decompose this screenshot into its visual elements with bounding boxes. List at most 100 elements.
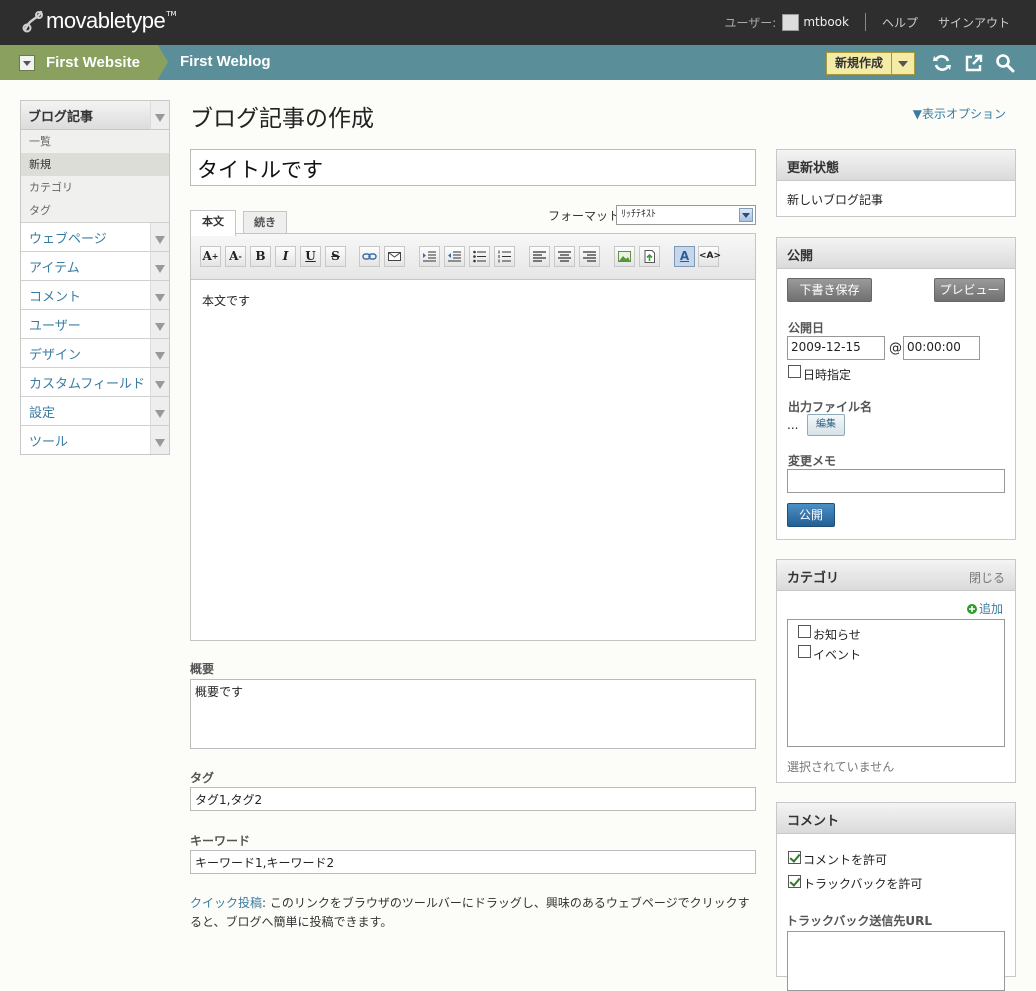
save-draft-button[interactable]: 下書き保存 [787, 278, 872, 302]
sidebar-item-label[interactable]: 設定 [21, 402, 55, 421]
sidebar-item-label[interactable]: ウェブページ [21, 228, 107, 247]
website-nav[interactable]: First Website [0, 45, 158, 80]
sidebar-item-settings[interactable]: 設定 [21, 396, 169, 425]
avatar[interactable] [782, 13, 800, 31]
category-add-label[interactable]: 追加 [979, 600, 1003, 617]
tab-body[interactable]: 本文 [190, 210, 236, 236]
sidebar-item-design[interactable]: デザイン [21, 338, 169, 367]
align-right-icon[interactable] [579, 246, 600, 267]
help-link[interactable]: ヘルプ [882, 14, 918, 31]
allow-comments-checkbox[interactable] [788, 851, 801, 864]
bullet-list-icon[interactable] [469, 246, 490, 267]
sidebar-sub-tags[interactable]: タグ [21, 199, 169, 222]
search-icon[interactable] [995, 53, 1015, 73]
insert-file-icon[interactable] [639, 246, 660, 267]
expand-icon[interactable] [150, 252, 169, 280]
username[interactable]: mtbook [803, 15, 849, 29]
expand-icon[interactable] [150, 339, 169, 367]
publish-date-label: 公開日 [788, 321, 825, 335]
sidebar-item-label[interactable]: アイテム [21, 257, 80, 276]
display-options-link[interactable]: ▼表示オプション [913, 105, 1006, 122]
signout-link[interactable]: サインアウト [938, 14, 1010, 31]
sidebar-item-users[interactable]: ユーザー [21, 309, 169, 338]
sidebar: ブログ記事 一覧 新規 カテゴリ タグ ウェブページ アイテム コメント ユーザ… [20, 100, 170, 455]
expand-icon[interactable] [150, 368, 169, 396]
allow-trackbacks-checkbox[interactable] [788, 875, 801, 888]
sidebar-item-label[interactable]: デザイン [21, 344, 81, 363]
sidebar-section-label[interactable]: ブログ記事 [21, 106, 93, 125]
sidebar-item-assets[interactable]: アイテム [21, 251, 169, 280]
tags-input[interactable]: タグ1,タグ2 [190, 787, 756, 811]
sidebar-item-custom-fields[interactable]: カスタムフィールド [21, 367, 169, 396]
sidebar-item-label[interactable]: コメント [21, 286, 81, 305]
insert-image-icon[interactable] [614, 246, 635, 267]
movabletype-logo[interactable]: movabletype TM [22, 7, 177, 35]
sidebar-item-label[interactable]: カスタムフィールド [21, 373, 145, 392]
sidebar-item-comments[interactable]: コメント [21, 280, 169, 309]
entry-title-input[interactable]: タイトルです [190, 149, 756, 186]
filename-edit-button[interactable]: 編集 [807, 414, 845, 436]
add-icon[interactable] [966, 603, 977, 614]
tab-more[interactable]: 続き [243, 211, 287, 234]
scheduled-checkbox[interactable] [788, 365, 801, 378]
format-value[interactable]: ﾘｯﾁﾃｷｽﾄ [621, 209, 656, 220]
align-center-icon[interactable] [554, 246, 575, 267]
category-checkbox[interactable] [798, 645, 811, 658]
expand-icon[interactable] [150, 310, 169, 338]
category-add-link[interactable]: 追加 [966, 600, 1003, 617]
sidebar-sub-category[interactable]: カテゴリ [21, 176, 169, 199]
publish-button[interactable]: 公開 [787, 503, 835, 527]
sidebar-item-webpages[interactable]: ウェブページ [21, 222, 169, 251]
preview-button[interactable]: プレビュー [934, 278, 1005, 302]
expand-icon[interactable] [150, 397, 169, 425]
sidebar-item-label[interactable]: ユーザー [21, 315, 81, 334]
expand-icon[interactable] [150, 223, 169, 251]
trackback-url-textarea[interactable] [787, 931, 1005, 991]
new-create-label[interactable]: 新規作成 [827, 53, 893, 74]
external-view-icon[interactable] [964, 53, 984, 73]
editor-body[interactable]: 本文です [191, 280, 755, 321]
numbered-list-icon[interactable] [494, 246, 515, 267]
new-create-button[interactable]: 新規作成 [826, 52, 916, 75]
publish-panel-title: 公開 [777, 238, 1015, 269]
text-color-icon[interactable]: A [674, 246, 695, 267]
category-checkbox[interactable] [798, 625, 811, 638]
expand-icon[interactable] [150, 281, 169, 309]
indent-icon[interactable] [419, 246, 440, 267]
align-left-icon[interactable] [529, 246, 550, 267]
strikethrough-icon[interactable]: S [325, 246, 346, 267]
excerpt-textarea[interactable]: 概要です [190, 679, 756, 749]
sidebar-sub-new[interactable]: 新規 [21, 153, 169, 176]
collapse-icon[interactable] [150, 101, 169, 129]
sidebar-item-label[interactable]: ツール [21, 431, 68, 450]
chevron-down-icon[interactable] [739, 208, 753, 222]
website-name[interactable]: First Website [46, 54, 140, 71]
comment-panel-title: コメント [777, 803, 1015, 834]
bold-icon[interactable]: B [250, 246, 271, 267]
category-close-link[interactable]: 閉じる [969, 569, 1005, 586]
font-size-decrease-icon[interactable]: A- [225, 246, 246, 267]
font-size-increase-icon[interactable]: A+ [200, 246, 221, 267]
chevron-down-icon[interactable] [892, 53, 914, 74]
memo-input[interactable] [787, 469, 1005, 493]
format-select[interactable]: ﾘｯﾁﾃｷｽﾄ [616, 205, 756, 225]
sidebar-item-tools[interactable]: ツール [21, 425, 169, 454]
italic-icon[interactable]: I [275, 246, 296, 267]
sidebar-sub-list[interactable]: 一覧 [21, 130, 169, 153]
html-mode-icon[interactable]: <A> [698, 246, 721, 267]
refresh-icon[interactable] [932, 53, 952, 73]
website-dropdown-icon[interactable] [19, 54, 35, 71]
blog-name[interactable]: First Weblog [180, 53, 271, 70]
publish-date-input[interactable]: 2009-12-15 [787, 336, 885, 360]
outdent-icon[interactable] [444, 246, 465, 267]
quickpost-link[interactable]: クイック投稿 [190, 896, 262, 910]
keywords-input[interactable]: キーワード1,キーワード2 [190, 850, 756, 874]
email-link-icon[interactable] [384, 246, 405, 267]
sidebar-section-entries[interactable]: ブログ記事 [21, 101, 169, 130]
expand-icon[interactable] [150, 426, 169, 454]
top-bar: movabletype TM ユーザー: mtbook ヘルプ サインアウト [0, 0, 1036, 45]
underline-icon[interactable]: U [300, 246, 321, 267]
link-icon[interactable] [359, 246, 380, 267]
publish-time-input[interactable]: 00:00:00 [903, 336, 980, 360]
status-value: 新しいブログ記事 [787, 193, 884, 207]
